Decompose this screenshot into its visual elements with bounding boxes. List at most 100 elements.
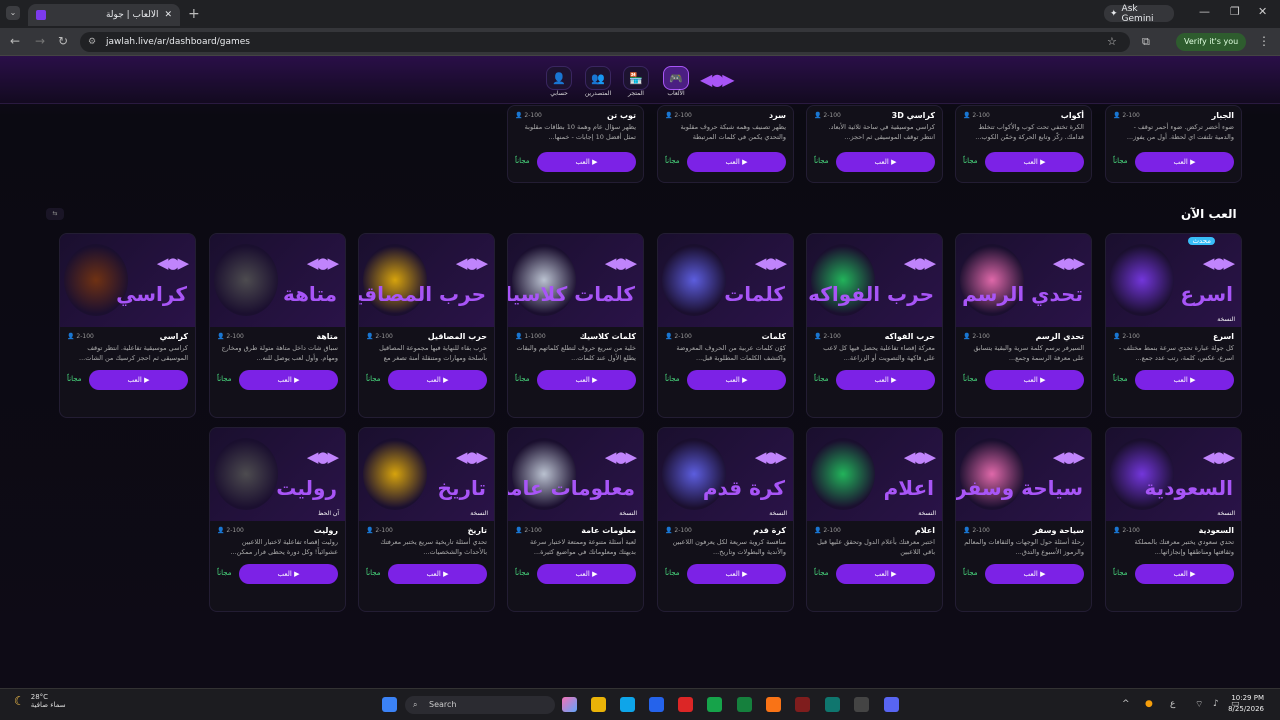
adobe-icon[interactable] [678,697,693,712]
browser-menu-icon[interactable]: ⋮ [1258,34,1270,48]
play-button[interactable]: ▶ العب [537,152,636,172]
game-card[interactable]: ◀●▶ كلمات كلمات 👤 2-100 كوّن كلمات عربية … [657,233,794,418]
play-button[interactable]: ▶ العب [687,152,786,172]
play-button[interactable]: ▶ العب [537,564,636,584]
nav-store[interactable]: 🏪 المتجر [622,66,650,97]
game-thumbnail[interactable]: ◀●▶ كرة قدم النسخة [658,428,793,521]
copilot-icon[interactable] [562,697,577,712]
game-thumbnail[interactable]: ◀●▶ كراسي [60,234,195,327]
play-button[interactable]: ▶ العب [89,370,188,390]
play-button[interactable]: ▶ العب [1135,370,1234,390]
game-card[interactable]: توب تن 👤 2-100 يظهر سؤال عام وهمة 10 بطاق… [507,105,644,183]
play-button[interactable]: ▶ العب [836,564,935,584]
xbox-icon[interactable] [737,697,752,712]
play-button[interactable]: ▶ العب [239,564,338,584]
wifi-icon[interactable]: ⌔ [1195,699,1203,710]
tray-chevron-icon[interactable]: ^ [1122,699,1130,709]
game-thumbnail[interactable]: ◀●▶ تاريخ النسخة [359,428,494,521]
game-card[interactable]: ◀●▶ حرب الفواكه حرب الفواكه 👤 2-100 معركة… [806,233,943,418]
new-tab-icon[interactable]: + [188,6,200,22]
back-icon[interactable]: ← [10,34,20,48]
game-thumbnail[interactable]: ◀●▶ حرب الفواكه [807,234,942,327]
chrome-icon[interactable] [707,697,722,712]
nav-account[interactable]: 👤 حسابي [545,66,573,97]
game-thumbnail[interactable]: ◀●▶ حرب المصاقيل [359,234,494,327]
play-button[interactable]: ▶ العب [537,370,636,390]
play-button[interactable]: ▶ العب [1135,564,1234,584]
collapse-toggle-icon[interactable]: ⇆ [46,208,64,220]
game-card[interactable]: ◀●▶ كرة قدم النسخة كرة قدم 👤 2-100 منافسة… [657,427,794,612]
play-button[interactable]: ▶ العب [836,152,935,172]
play-button[interactable]: ▶ العب [388,564,487,584]
close-tab-icon[interactable]: ✕ [164,10,172,20]
obs-icon[interactable] [854,697,869,712]
close-window-icon[interactable]: ✕ [1258,5,1267,18]
game-thumbnail[interactable]: ◀●▶ اسرع محدث النسخة [1106,234,1241,327]
browser-tab[interactable]: الألعاب | جولة ✕ [28,4,180,26]
tray-app-icon[interactable]: ● [1145,699,1153,709]
game-thumbnail[interactable]: ◀●▶ معلومات عامة النسخة [508,428,643,521]
game-card[interactable]: كراسي 3D 👤 2-100 كراسي موسيقية في ساحة ثل… [806,105,943,183]
game-card[interactable]: ◀●▶ كراسي كراسي 👤 2-100 كراسي موسيقية تفا… [59,233,196,418]
minimize-icon[interactable]: — [1199,5,1210,18]
game-thumbnail[interactable]: ◀●▶ متاهة [210,234,345,327]
game-card[interactable]: ◀●▶ اسرع محدث النسخة اسرع 👤 2-100 كل جولة… [1105,233,1242,418]
weather-widget[interactable]: ☾ 28°C سماء صافية [14,693,66,709]
file-explorer-icon[interactable] [591,697,606,712]
game-card[interactable]: الجبار 👤 2-100 ضوء أخضر تركض. ضوء أحمر تو… [1105,105,1242,183]
forward-icon[interactable]: → [35,34,45,48]
language-icon[interactable]: ع [1170,699,1175,709]
ask-gemini-button[interactable]: ✦ Ask Gemini [1104,4,1174,24]
game-card[interactable]: ◀●▶ روليت آن الحظ روليت 👤 2-100 روليت إقص… [209,427,346,612]
game-thumbnail[interactable]: ◀●▶ كلمات كلاسيك [508,234,643,327]
profile-verify-button[interactable]: Verify it's you [1176,33,1246,51]
game-card[interactable]: ◀●▶ سياحة وسفر سياحة وسفر 👤 2-100 رحلة أس… [955,427,1092,612]
game-thumbnail[interactable]: ◀●▶ السعودية النسخة [1106,428,1241,521]
store-app-icon[interactable] [649,697,664,712]
tab-search-icon[interactable]: ⌄ [6,6,20,20]
play-button[interactable]: ▶ العب [687,564,786,584]
play-button[interactable]: ▶ العب [1135,152,1234,172]
edge-icon[interactable] [620,697,635,712]
system-clock[interactable]: 10:29 PM 8/25/2026 [1228,693,1264,715]
play-button[interactable]: ▶ العب [239,370,338,390]
nav-games[interactable]: 🎮 الألعاب [662,66,690,97]
volume-icon[interactable]: ♪ [1213,699,1219,709]
play-button[interactable]: ▶ العب [985,370,1084,390]
play-button[interactable]: ▶ العب [388,370,487,390]
nav-leaderboard[interactable]: 👥 المتصدرين [584,66,612,97]
play-button[interactable]: ▶ العب [985,564,1084,584]
game-card[interactable]: ◀●▶ اعلام النسخة اعلام 👤 2-100 اختبر معرف… [806,427,943,612]
discord-icon[interactable] [884,697,899,712]
bookmark-star-icon[interactable]: ☆ [1107,35,1117,48]
extensions-icon[interactable]: ⧉ [1142,35,1150,49]
game-thumbnail[interactable]: ◀●▶ سياحة وسفر [956,428,1091,521]
game-card[interactable]: ◀●▶ حرب المصاقيل حرب المصاقيل 👤 2-100 حرب… [358,233,495,418]
game-thumbnail[interactable]: ◀●▶ اعلام النسخة [807,428,942,521]
jawlah-logo[interactable]: ◀●▶ [700,70,735,89]
site-info-icon[interactable]: ⚙ [88,32,96,52]
game-card[interactable]: سرد 👤 2-100 يظهر تصنيف وهمه شبكة حروف مقل… [657,105,794,183]
brave-icon[interactable] [766,697,781,712]
game-card[interactable]: أكواب 👤 2-100 الكرة تختفي تحت كوب والأكوا… [955,105,1092,183]
url-field[interactable]: ⚙ jawlah.live/ar/dashboard/games [80,32,1130,52]
game-card[interactable]: ◀●▶ كلمات كلاسيك كلمات كلاسيك 👤 1-1000 خل… [507,233,644,418]
terminal-icon[interactable] [825,697,840,712]
play-button[interactable]: ▶ العب [836,370,935,390]
game-thumbnail[interactable]: ◀●▶ كلمات [658,234,793,327]
game-card[interactable]: ◀●▶ معلومات عامة النسخة معلومات عامة 👤 2-… [507,427,644,612]
taskbar-search[interactable]: ⌕ Search [405,696,555,714]
maximize-icon[interactable]: ❐ [1230,5,1240,18]
game-card[interactable]: ◀●▶ السعودية النسخة السعودية 👤 2-100 تحدي… [1105,427,1242,612]
game-card[interactable]: ◀●▶ متاهة متاهة 👤 2-100 سباق شات داخل متا… [209,233,346,418]
reload-icon[interactable]: ↻ [58,34,68,48]
game-card[interactable]: ◀●▶ تحدي الرسم تحدي الرسم 👤 2-100 السيرفر… [955,233,1092,418]
play-button[interactable]: ▶ العب [687,370,786,390]
players-count: 👤 2-100 [67,333,94,340]
game-thumbnail[interactable]: ◀●▶ روليت آن الحظ [210,428,345,521]
app-red-icon[interactable] [795,697,810,712]
play-button[interactable]: ▶ العب [985,152,1084,172]
windows-start-icon[interactable] [382,697,397,712]
game-thumbnail[interactable]: ◀●▶ تحدي الرسم [956,234,1091,327]
game-card[interactable]: ◀●▶ تاريخ النسخة تاريخ 👤 2-100 تحدي أسئلة… [358,427,495,612]
